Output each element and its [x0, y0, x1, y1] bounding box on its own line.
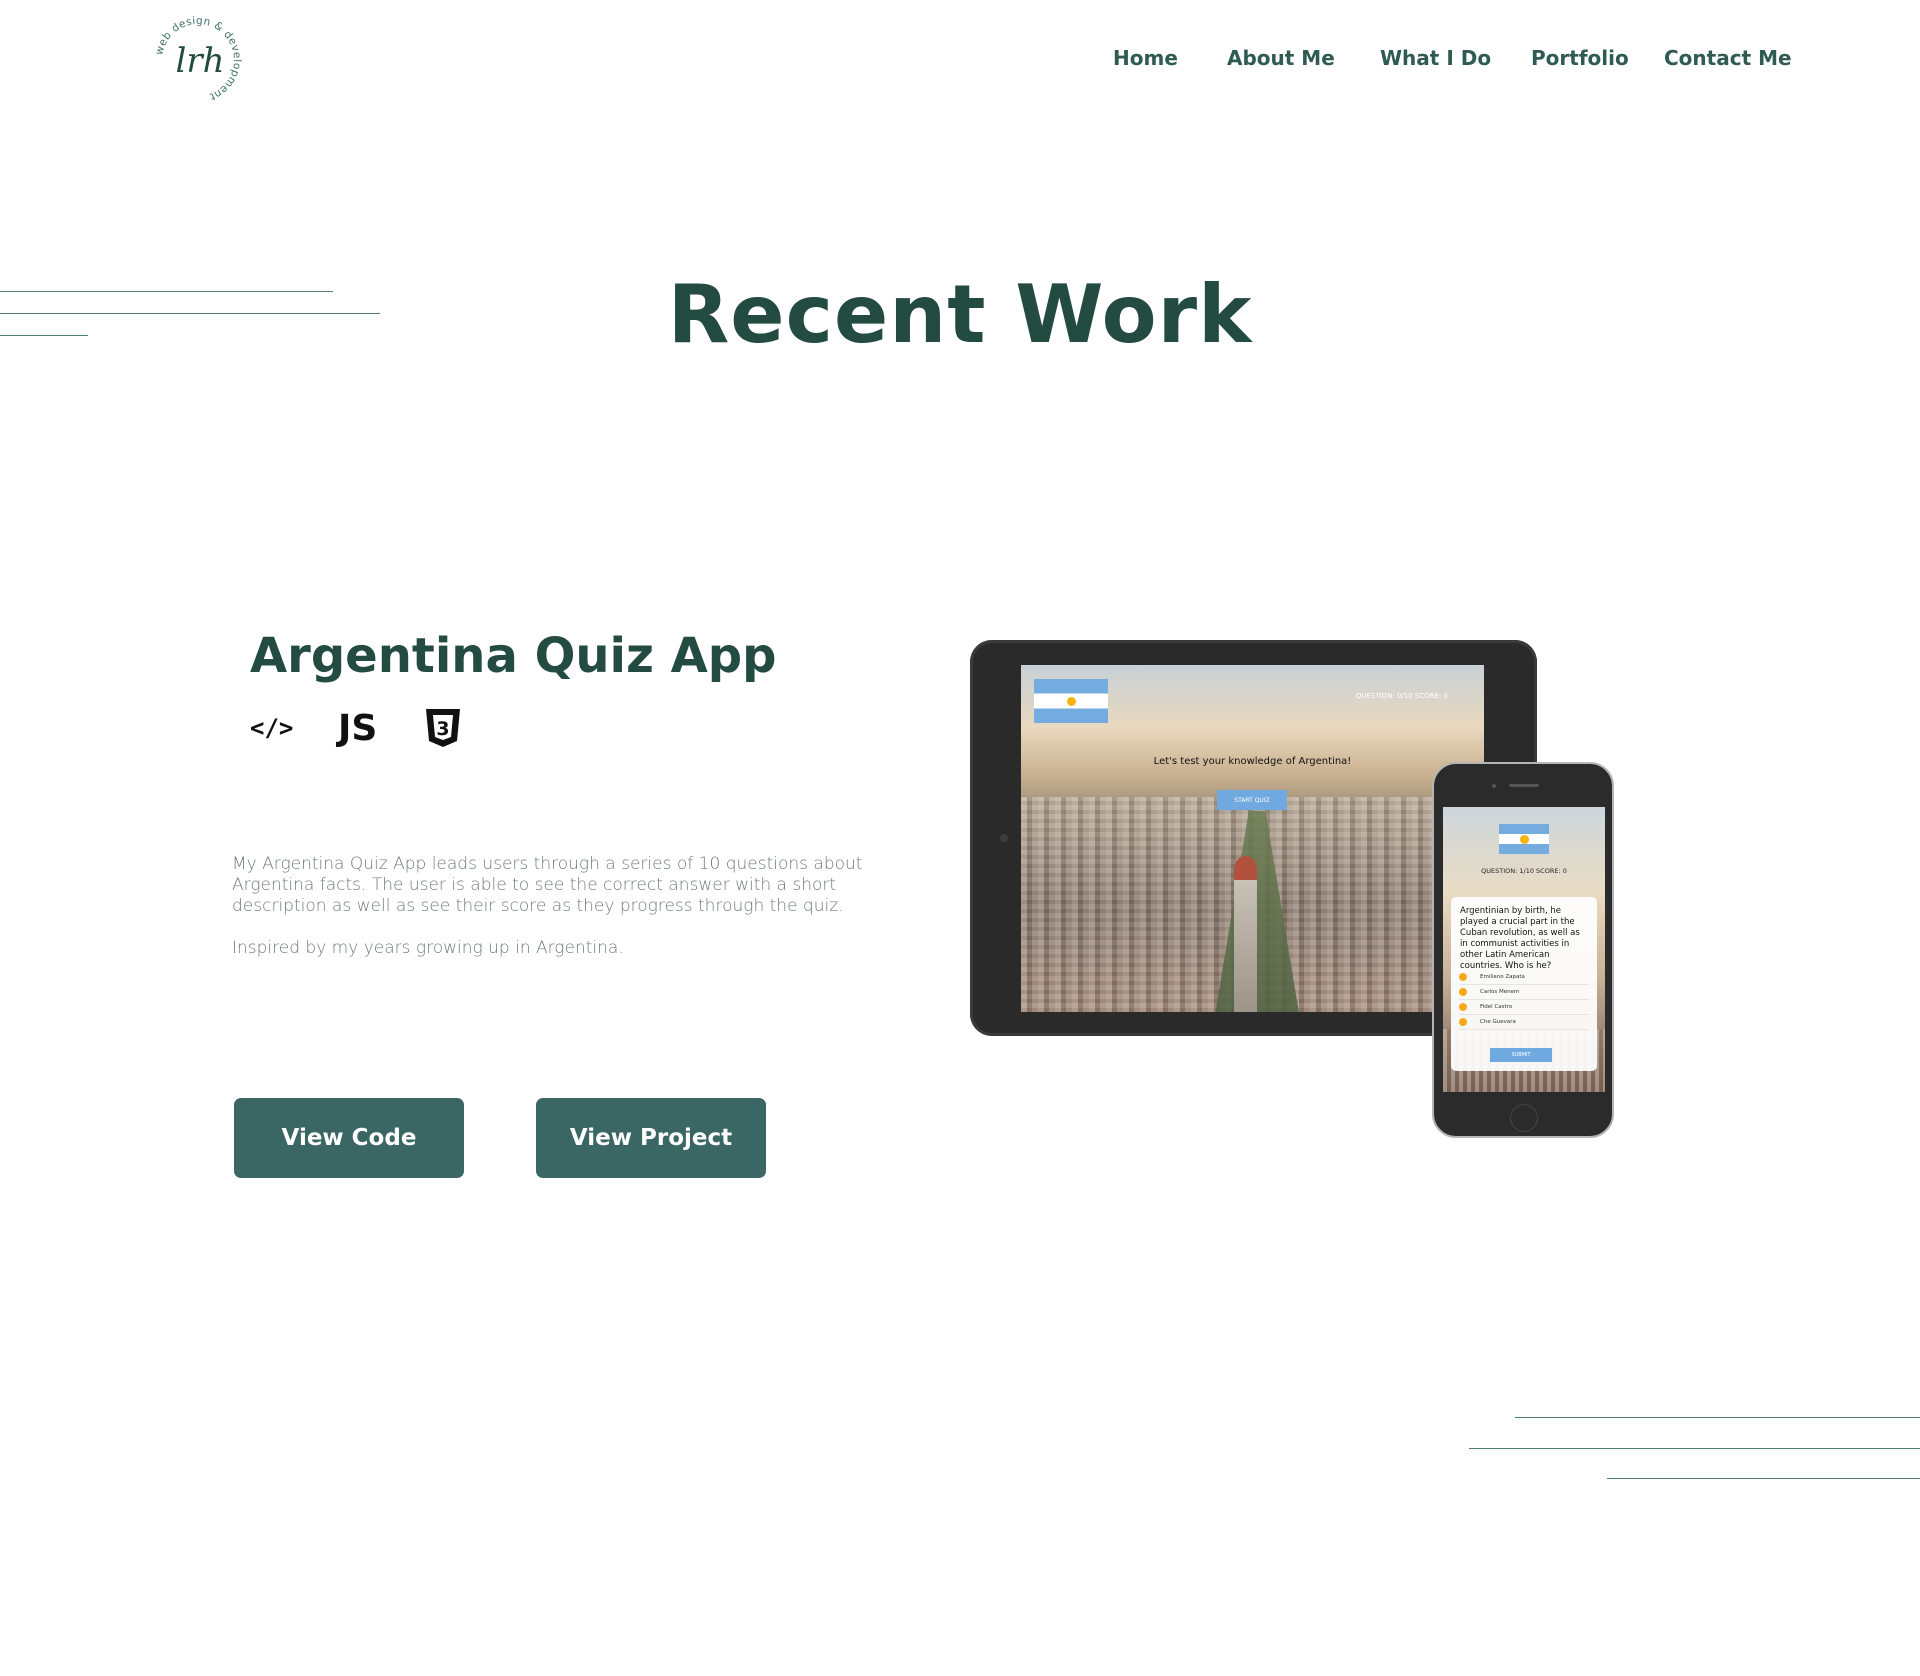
- nav-about-link[interactable]: About Me: [1227, 46, 1335, 70]
- css3-icon: 3: [422, 706, 468, 750]
- project-title: Argentina Quiz App: [250, 628, 777, 684]
- nav-contact-link[interactable]: Contact Me: [1664, 46, 1792, 70]
- phone-score-hud: QUESTION: 1/10 SCORE: 0: [1481, 867, 1567, 875]
- tablet-screen: QUESTION: 0/10 SCORE: 0 Let's test your …: [1021, 665, 1484, 1012]
- description-paragraph: My Argentina Quiz App leads users throug…: [232, 854, 863, 916]
- radio-dot-icon: [1459, 988, 1467, 996]
- radio-dot-icon: [1459, 1003, 1467, 1011]
- answer-option: Fidel Castro: [1459, 1000, 1589, 1015]
- svg-text:3: 3: [436, 718, 449, 740]
- project-description: My Argentina Quiz App leads users throug…: [232, 854, 932, 980]
- description-paragraph: Inspired by my years growing up in Argen…: [232, 938, 624, 958]
- answer-option: Carlos Menem: [1459, 985, 1589, 1000]
- argentina-flag-icon: [1034, 679, 1108, 723]
- phone-submit-button: SUBMIT: [1490, 1048, 1552, 1062]
- phone-mockup: QUESTION: 1/10 SCORE: 0 Argentinian by b…: [1432, 762, 1614, 1138]
- radio-dot-icon: [1459, 1018, 1467, 1026]
- nav-home-link[interactable]: Home: [1113, 46, 1178, 70]
- decorative-line: [1607, 1478, 1920, 1479]
- view-code-button[interactable]: View Code: [234, 1098, 464, 1178]
- phone-speaker: [1509, 784, 1539, 787]
- decorative-line: [1515, 1417, 1920, 1418]
- phone-question-card: Argentinian by birth, he played a crucia…: [1451, 897, 1597, 1071]
- javascript-icon: JS: [338, 707, 378, 749]
- nav-what-i-do-link[interactable]: What I Do: [1380, 46, 1491, 70]
- tablet-start-quiz-button: START QUIZ: [1217, 790, 1287, 810]
- tablet-quiz-prompt: Let's test your knowledge of Argentina!: [1153, 756, 1352, 767]
- argentina-flag-icon: [1499, 824, 1549, 854]
- tablet-camera: [1000, 834, 1008, 842]
- answer-list: Emiliano Zapata Carlos Menem Fidel Castr…: [1459, 970, 1589, 1030]
- phone-home-button: [1510, 1104, 1538, 1132]
- main-nav: Home About Me What I Do Portfolio Contac…: [0, 46, 1920, 76]
- decorative-line: [1469, 1448, 1920, 1449]
- nav-portfolio-link[interactable]: Portfolio: [1531, 46, 1629, 70]
- tablet-score-hud: QUESTION: 0/10 SCORE: 0: [1355, 692, 1448, 700]
- phone-question-text: Argentinian by birth, he played a crucia…: [1460, 906, 1580, 971]
- html-icon: </>: [250, 714, 294, 742]
- view-project-button[interactable]: View Project: [536, 1098, 766, 1178]
- radio-dot-icon: [1459, 973, 1467, 981]
- tower-image: [1233, 880, 1258, 1012]
- phone-camera: [1492, 784, 1496, 788]
- answer-option: Emiliano Zapata: [1459, 970, 1589, 985]
- section-title: Recent Work: [667, 268, 1253, 361]
- answer-option: Che Guevara: [1459, 1015, 1589, 1030]
- portfolio-page: web design & development lrh Home About …: [0, 0, 1920, 1676]
- phone-screen: QUESTION: 1/10 SCORE: 0 Argentinian by b…: [1443, 807, 1605, 1092]
